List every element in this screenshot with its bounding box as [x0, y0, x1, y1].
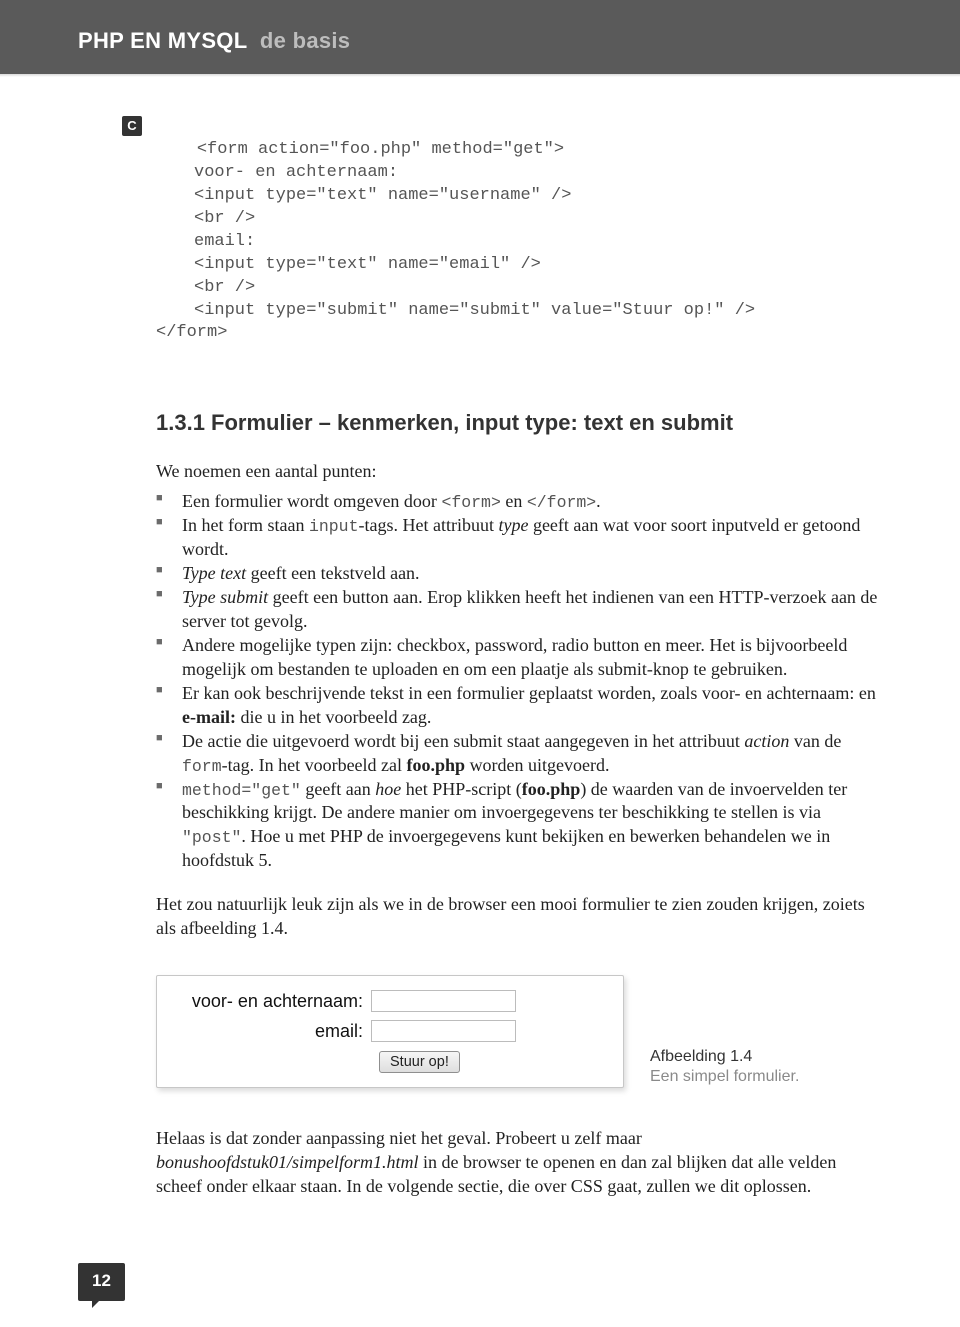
list-item: In het form staan input-tags. Het attrib…: [156, 514, 882, 562]
closing-paragraph: Helaas is dat zonder aanpassing niet het…: [156, 1126, 882, 1198]
page-number: 12: [78, 1263, 125, 1301]
code-line: <input type="submit" name="submit" value…: [156, 300, 882, 323]
list-item: Een formulier wordt omgeven door <form> …: [156, 490, 882, 514]
code-line: <input type="text" name="username" />: [156, 185, 882, 208]
form-row: email:: [175, 1020, 605, 1042]
code-line: <form action="foo.php" method="get">: [197, 140, 564, 159]
code-line: </form>: [156, 323, 227, 342]
code-line: <br />: [156, 277, 882, 300]
list-item: Type text geeft een tekstveld aan.: [156, 562, 882, 586]
form-label-name: voor- en achternaam:: [175, 991, 371, 1012]
page-content: C <form action="foo.php" method="get"> vo…: [0, 74, 960, 1198]
header-title: PHP EN MYSQL: [78, 28, 247, 53]
section-heading: 1.3.1 Formulier – kenmerken, input type:…: [156, 410, 882, 436]
form-row: voor- en achternaam:: [175, 990, 605, 1012]
list-item: Er kan ook beschrijvende tekst in een fo…: [156, 682, 882, 730]
list-item: method="get" geeft aan hoe het PHP-scrip…: [156, 778, 882, 874]
form-submit-row: Stuur op!: [175, 1050, 605, 1073]
code-listing: C<form action="foo.php" method="get"> vo…: [156, 116, 882, 368]
page-header: PHP EN MYSQL de basis: [0, 0, 960, 74]
email-input[interactable]: [371, 1020, 516, 1042]
code-marker-icon: C: [122, 116, 142, 136]
submit-button[interactable]: Stuur op!: [379, 1051, 460, 1073]
figure-row: voor- en achternaam: email: Stuur op! Af…: [156, 975, 882, 1088]
form-label-email: email:: [175, 1021, 371, 1042]
list-item: Type submit geeft een button aan. Erop k…: [156, 586, 882, 634]
code-line: voor- en achternaam:: [156, 162, 882, 185]
code-line: <input type="text" name="email" />: [156, 254, 882, 277]
paragraph: Het zou natuurlijk leuk zijn als we in d…: [156, 893, 882, 941]
bullet-list: Een formulier wordt omgeven door <form> …: [156, 490, 882, 873]
caption-title: Afbeelding 1.4: [650, 1047, 799, 1068]
intro-paragraph: We noemen een aantal punten:: [156, 460, 882, 484]
list-item: Andere mogelijke typen zijn: checkbox, p…: [156, 634, 882, 682]
figure-caption: Afbeelding 1.4 Een simpel formulier.: [650, 1047, 799, 1089]
name-input[interactable]: [371, 990, 516, 1012]
list-item: De actie die uitgevoerd wordt bij een su…: [156, 730, 882, 778]
header-subtitle: de basis: [260, 28, 350, 53]
code-line: email:: [156, 231, 882, 254]
code-line: <br />: [156, 208, 882, 231]
caption-subtitle: Een simpel formulier.: [650, 1067, 799, 1088]
form-preview: voor- en achternaam: email: Stuur op!: [156, 975, 624, 1088]
